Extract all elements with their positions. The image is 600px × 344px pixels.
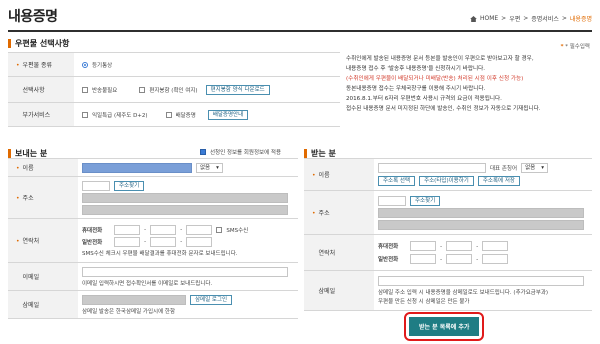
mail-kind-value: 등기통상: [92, 62, 113, 69]
express-label: 익일특급 (제주도 D+2): [92, 112, 148, 119]
sender-name-label: • 이름: [8, 158, 78, 177]
section-bar-icon: [8, 149, 11, 158]
delivery-proof-label: 배달증명: [175, 112, 196, 119]
sender-name-input[interactable]: [82, 162, 192, 173]
breadcrumb-home[interactable]: HOME: [480, 15, 498, 22]
breadcrumb-post[interactable]: 우편: [509, 14, 520, 23]
honorific-label: 대표 존칭어: [490, 166, 518, 172]
mail-type-section-title: 우편물 선택사항: [8, 38, 69, 49]
sender-phone-3[interactable]: [186, 236, 213, 247]
receiver-phone-3[interactable]: [482, 254, 509, 264]
notice-list: 수취인에게 발송된 내용증명 문서 등본을 발송인이 우편으로 받아보고자 할 …: [346, 54, 596, 114]
receiver-mobile-2[interactable]: [446, 241, 473, 251]
sender-smail-input[interactable]: [82, 294, 186, 305]
sender-email-input[interactable]: [82, 266, 288, 277]
sender-phone-2[interactable]: [150, 236, 177, 247]
notice-item: 2016.8.1.부터 6자리 우편번호 사용시 규격외 요금이 적용됩니다.: [346, 96, 502, 102]
sender-address-detail-input[interactable]: [82, 204, 288, 215]
delivery-proof-info-button[interactable]: 배달증명안내: [207, 109, 249, 120]
receiver-name-input[interactable]: [378, 163, 486, 173]
sender-table: • 이름 없음 ▾ • 주소 주소찾기 • 연락처 휴대전화 - - SMS수신…: [8, 158, 298, 319]
receiver-phone-label: 일반전화: [378, 257, 399, 263]
sender-contact-label: • 연락처: [8, 218, 78, 263]
chevron-down-icon: ▾: [541, 165, 544, 171]
home-icon: [470, 15, 477, 22]
honorific-select[interactable]: 없음 ▾: [521, 163, 548, 173]
receiver-contact-label: •연락처: [304, 234, 374, 271]
receiver-smail-input[interactable]: [378, 276, 584, 286]
sealed-form-download-button[interactable]: 편지봉함 양식 다운로드: [205, 84, 270, 95]
breadcrumb-current: 내용증명: [569, 16, 592, 23]
sender-address-label: • 주소: [8, 176, 78, 219]
address-book-select-button[interactable]: 주소록 선택: [378, 176, 416, 186]
breadcrumb-service[interactable]: 증명서비스: [531, 14, 559, 23]
address-type-button[interactable]: 주소(타입)이용하기: [419, 176, 474, 186]
receiver-mobile-3[interactable]: [482, 241, 509, 251]
receiver-table: • 이름 대표 존칭어 없음 ▾ 주소록 선택 주소(타입)이용하기 주소록에 저장…: [304, 158, 592, 311]
save-sender-info: 선청인 정보를 회원정보에 적용: [200, 148, 281, 156]
email-note: 이메일 입력하시면 접수확인서를 이메일로 보내드립니다.: [82, 280, 213, 287]
sender-mobile-3[interactable]: [186, 224, 213, 235]
notice-item: 접수된 내용증명 문서 미지정된 하단에 발송인, 수취인 정보가 자동으로 기…: [346, 106, 541, 112]
save-sender-label: 선청인 정보를 회원정보에 적용: [210, 150, 282, 156]
submit-highlight: 받는 분 목록에 추가: [404, 312, 485, 341]
receiver-address-search-button[interactable]: 주소찾기: [410, 195, 441, 206]
notice-item: (수취인에게 우편물이 배달되거나 미배달(반송) 처리된 시점 이후 신청 가…: [346, 76, 524, 82]
smail-note: 삼메일 발송은 한국삼메일 가입시에 한함: [82, 308, 176, 315]
sender-mobile-1[interactable]: [114, 224, 140, 235]
delivery-proof-checkbox[interactable]: [165, 111, 172, 118]
section-bar-icon: [304, 149, 307, 158]
receiver-zip-input[interactable]: [378, 195, 406, 206]
receiver-mobile-label: 휴대전화: [378, 244, 399, 250]
section-bar-icon: [8, 39, 11, 48]
sender-phone-1[interactable]: [114, 236, 140, 247]
no-return-label: 반송불필요: [92, 87, 118, 94]
save-sender-checkbox[interactable]: [200, 149, 206, 155]
receiver-address-label: • 주소: [304, 190, 374, 235]
sender-email-label: •이메일: [8, 262, 78, 291]
receiver-address-input[interactable]: [378, 207, 584, 218]
receiver-smail-note-1: 삼메일 주소 입력 시 내용증명을 삼메일로도 보내드립니다. (추가요금부과): [378, 290, 549, 296]
notice-item: 수취인에게 발송된 내용증명 문서 등본을 발송인이 우편으로 받아보고자 할 …: [346, 56, 534, 62]
receiver-address-detail-input[interactable]: [378, 219, 584, 230]
mail-kind-label: • 우편물 종류: [8, 52, 74, 77]
sealed-letter-checkbox[interactable]: [139, 86, 146, 93]
sms-label: SMS수신: [226, 227, 249, 234]
options-label: •선택사항: [8, 76, 74, 103]
header-divider: [8, 30, 592, 32]
smail-login-button[interactable]: 삼메일 로그인: [190, 294, 233, 305]
receiver-smail-note-2: 우편물 만든 신청 시 삼메일은 만든 불가: [378, 299, 470, 305]
notice-item: 동본내용증명 접수는 우체국창구를 이용해 주시기 바랍니다.: [346, 86, 486, 92]
express-checkbox[interactable]: [82, 111, 88, 118]
receiver-smail-label: •삼메일: [304, 270, 374, 311]
sms-note: SMS수신 체크시 우편물 배달결과를 휴대전화 문자로 보내드립니다.: [82, 250, 238, 257]
chevron-down-icon: ▾: [216, 164, 219, 171]
sender-mobile-2[interactable]: [150, 224, 177, 235]
no-return-checkbox[interactable]: [82, 86, 88, 93]
sender-title-select[interactable]: 없음 ▾: [196, 162, 223, 173]
sender-phone-label: 일반전화: [82, 239, 103, 246]
add-receiver-button[interactable]: 받는 분 목록에 추가: [409, 317, 480, 336]
sender-address-input[interactable]: [82, 192, 288, 203]
mail-type-table: •우편물 종류 등기통상 •선택사항 반송불필요 편지봉함 (확인 여지) 편지…: [8, 52, 340, 127]
sender-mobile-label: 휴대전화: [82, 227, 103, 234]
sender-smail-label: •삼메일: [8, 290, 78, 319]
sender-address-search-button[interactable]: 주소찾기: [114, 180, 145, 191]
required-note: * * 필수입력: [560, 44, 590, 50]
mail-kind-radio[interactable]: [82, 61, 88, 68]
receiver-phone-2[interactable]: [446, 254, 473, 264]
sms-checkbox[interactable]: [216, 226, 223, 233]
sealed-letter-label: 편지봉함 (확인 여지): [149, 87, 198, 94]
extra-service-label: •부가서비스: [8, 102, 74, 127]
notice-item: 내용증명 접수 후 '발송후 내용증명'을 신청하시기 바랍니다.: [346, 66, 486, 72]
receiver-phone-1[interactable]: [410, 254, 436, 264]
receiver-name-label: • 이름: [304, 158, 374, 191]
save-address-book-button[interactable]: 주소록에 저장: [477, 176, 520, 186]
receiver-mobile-1[interactable]: [410, 241, 436, 251]
sender-zip-input[interactable]: [82, 180, 110, 191]
page-title: 내용증명: [8, 9, 58, 25]
breadcrumb: HOME > 우편 > 증명서비스 > 내용증명: [470, 14, 592, 23]
